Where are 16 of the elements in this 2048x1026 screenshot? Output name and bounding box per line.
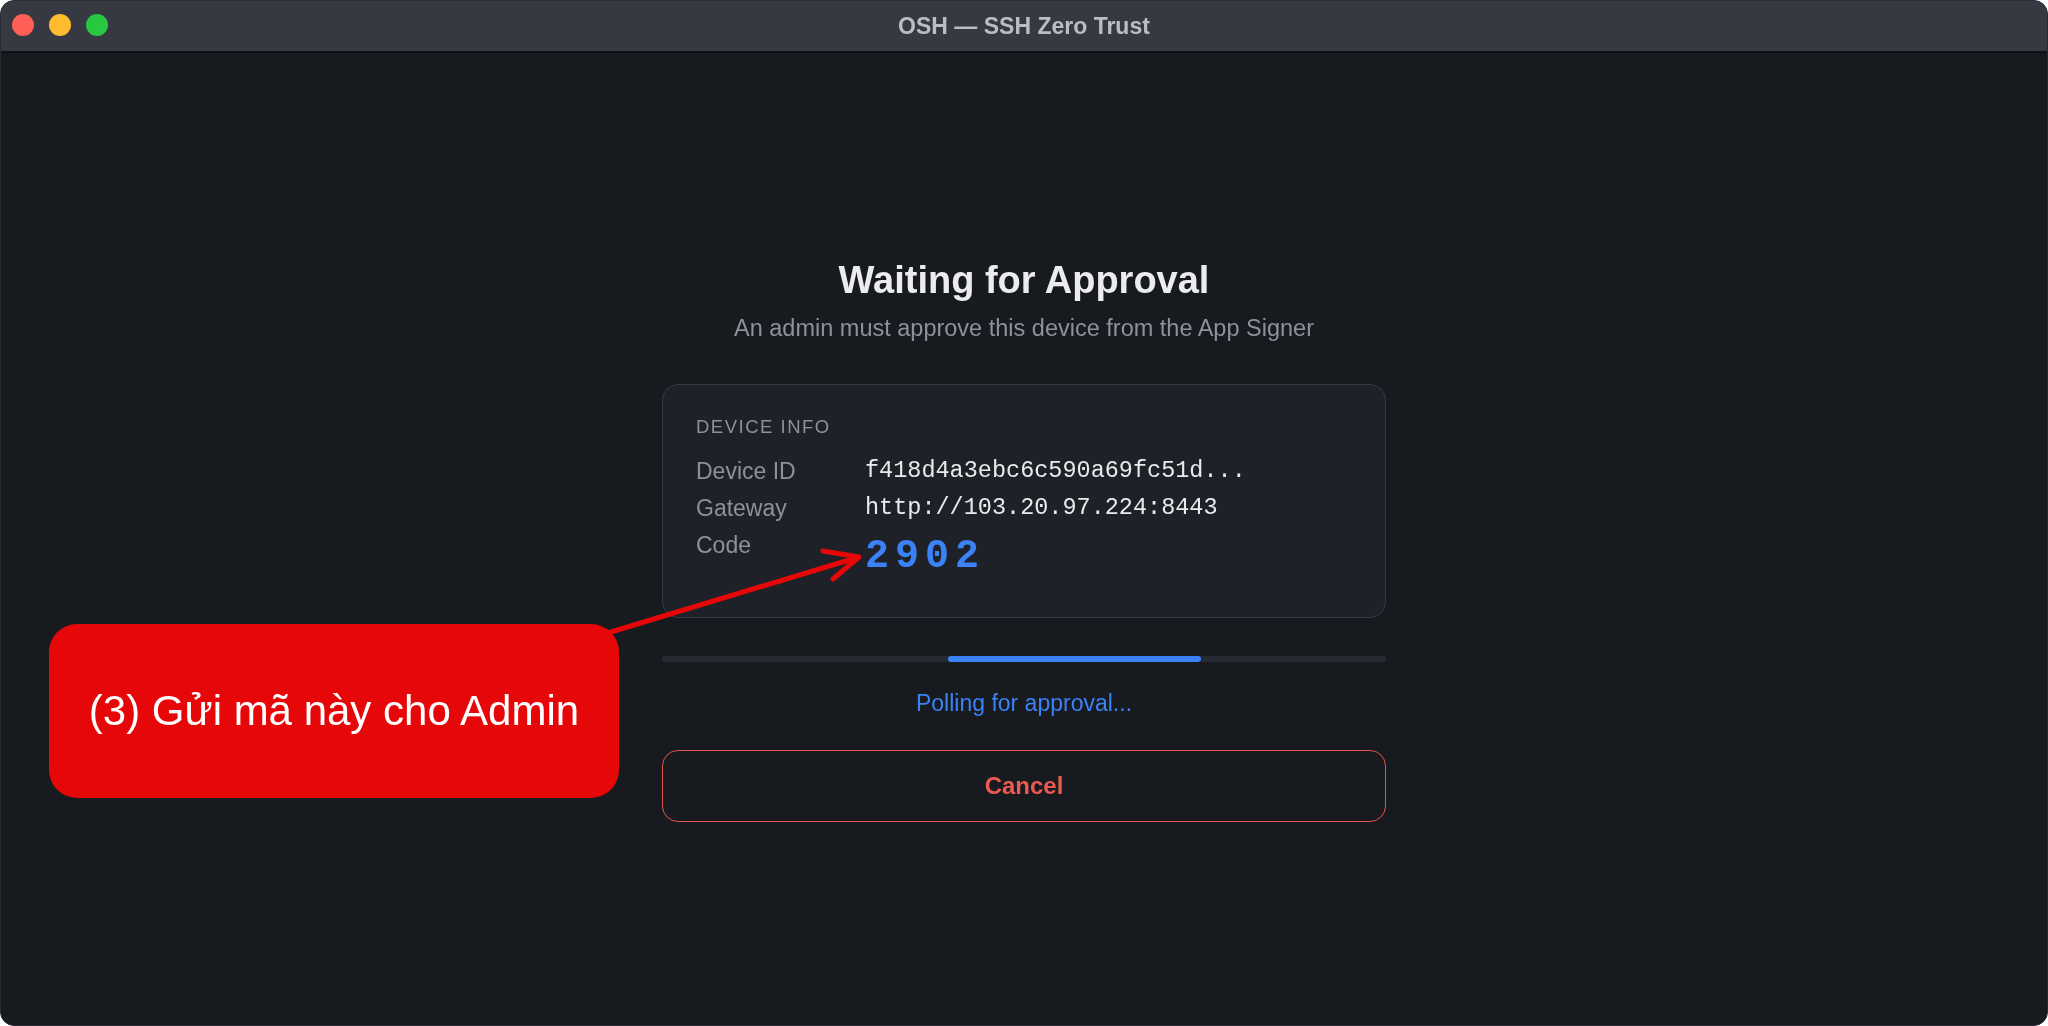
section-heading: DEVICE INFO	[696, 415, 832, 439]
zoom-icon[interactable]	[86, 14, 108, 36]
close-icon[interactable]	[12, 14, 34, 36]
approval-code: 2902	[865, 533, 985, 581]
subtitle-text: An admin must approve this device from the App Signer	[733, 314, 1315, 343]
info-value: http://103.20.97.224:8443	[865, 493, 1218, 523]
minimize-icon[interactable]	[49, 14, 71, 36]
status-text: Polling for approval...	[914, 689, 1134, 718]
info-label: Device ID	[696, 457, 797, 486]
info-label: Gateway	[696, 494, 788, 523]
window-title: OSH — SSH Zero Trust	[898, 12, 1150, 40]
page-title: Waiting for Approval	[837, 258, 1211, 303]
annotation-callout: (3) Gửi mã này cho Admin	[49, 624, 619, 798]
info-label: Code	[696, 531, 752, 560]
cancel-button[interactable]: Cancel	[662, 750, 1386, 822]
info-value: f418d4a3ebc6c590a69fc51d...	[865, 456, 1246, 486]
